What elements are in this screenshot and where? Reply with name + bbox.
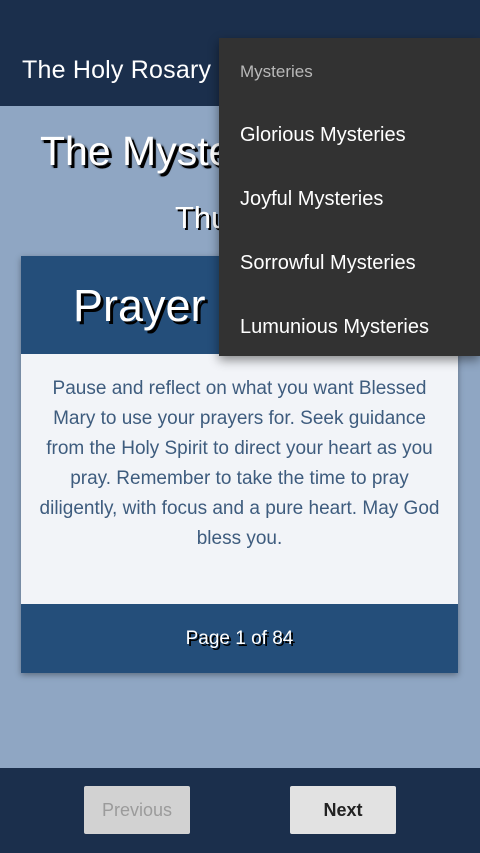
previous-button[interactable]: Previous [84, 786, 190, 834]
menu-header: Mysteries [240, 62, 313, 81]
menu-item-glorious-mysteries[interactable]: Glorious Mysteries [240, 124, 406, 147]
menu-item-sorrowful-mysteries[interactable]: Sorrowful Mysteries [240, 252, 416, 275]
menu-item-joyful-mysteries[interactable]: Joyful Mysteries [240, 188, 383, 211]
page-indicator: Page 1 of 84 [185, 627, 294, 649]
mysteries-dropdown-menu: Mysteries Glorious Mysteries Joyful Myst… [219, 38, 480, 356]
prayer-text: Pause and reflect on what you want Bless… [39, 378, 440, 549]
card-header-title: Prayer [73, 280, 206, 331]
card-footer: Page 1 of 84 [21, 604, 458, 673]
bottom-navigation-bar: Previous Next [0, 768, 480, 853]
next-button[interactable]: Next [290, 786, 396, 834]
app-title: The Holy Rosary [22, 56, 212, 84]
menu-item-luminous-mysteries[interactable]: Lumunious Mysteries [240, 316, 429, 339]
